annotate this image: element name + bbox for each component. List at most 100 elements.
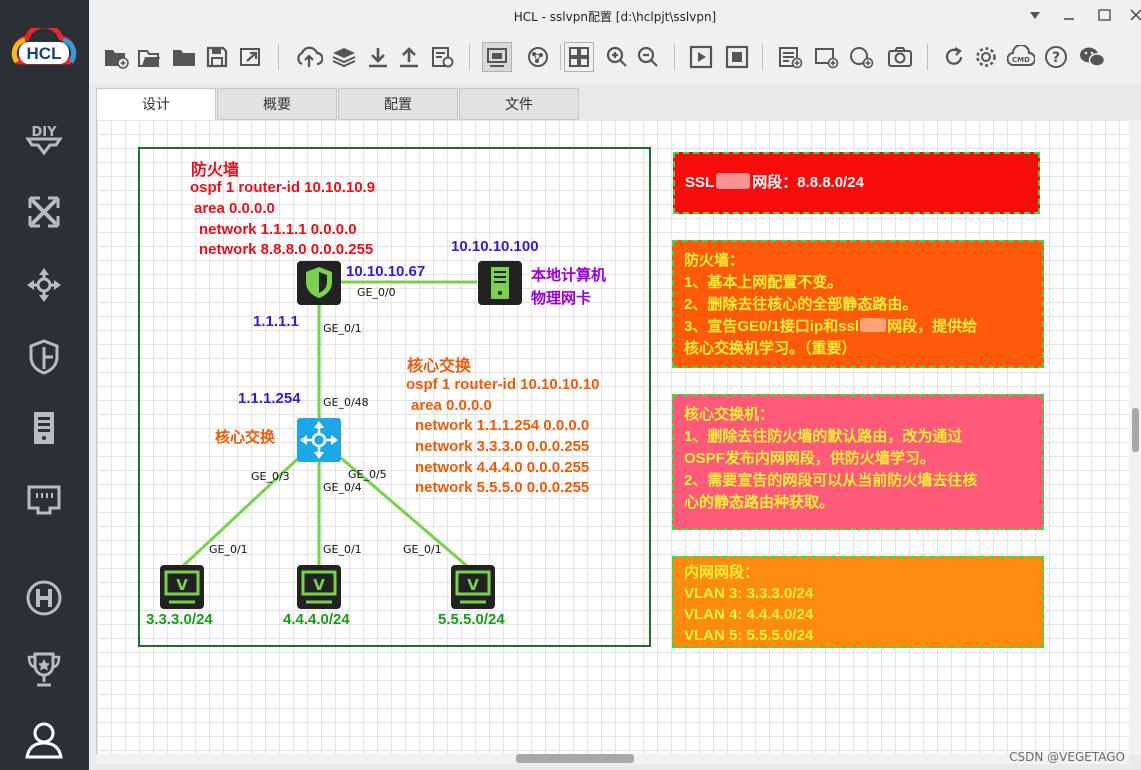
- export-icon[interactable]: [236, 42, 266, 72]
- user-icon[interactable]: [22, 718, 66, 762]
- cloud-upload-icon[interactable]: [294, 42, 324, 72]
- core-config-line: area 0.0.0.0: [411, 397, 492, 414]
- grid-icon[interactable]: [564, 42, 594, 72]
- note-line: 3、宣告GE0/1接口ip和ssl: [684, 318, 860, 335]
- pc-device[interactable]: V: [159, 564, 205, 610]
- core-switch-label: 核心交换: [215, 429, 276, 446]
- pc-icon: V: [451, 565, 495, 609]
- add-list-icon[interactable]: [775, 42, 805, 72]
- close-button[interactable]: [1124, 4, 1141, 26]
- firewall-note[interactable]: 防火墙： 1、基本上网配置不变。 2、删除去往核心的全部静态路由。 3、宣告GE…: [672, 240, 1044, 368]
- horizontal-scrollbar[interactable]: [96, 754, 1129, 764]
- vertical-scrollbar[interactable]: [1129, 120, 1141, 754]
- vertical-scroll-thumb[interactable]: [1132, 408, 1139, 452]
- host-label: 本地计算机: [531, 267, 607, 284]
- toolbar: CMD ?: [89, 30, 1141, 85]
- tab-summary[interactable]: 概要: [217, 88, 337, 120]
- watermark: CSDN @VEGETAGO: [1009, 750, 1125, 764]
- core-switch-device[interactable]: [296, 417, 342, 463]
- port-label: GE_0/1: [209, 543, 248, 556]
- port-label: GE_0/0: [357, 286, 396, 299]
- intranet-note[interactable]: 内网网段： VLAN 3: 3.3.3.0/24 VLAN 4: 4.4.4.0…: [672, 556, 1044, 648]
- svg-text:CMD: CMD: [1012, 56, 1030, 64]
- firewall-config-line: ospf 1 router-id 10.10.10.9: [190, 179, 376, 196]
- network-port-icon[interactable]: [22, 478, 66, 522]
- camera-icon[interactable]: [885, 42, 915, 72]
- pc-device[interactable]: V: [450, 564, 496, 610]
- tab-config[interactable]: 配置: [338, 88, 458, 120]
- note-line: OSPF发布内网网段，供防火墙学习。: [684, 450, 935, 467]
- maximize-button[interactable]: [1092, 4, 1116, 26]
- folder-icon[interactable]: [169, 42, 199, 72]
- host-ip-label: 10.10.10.100: [451, 238, 539, 255]
- tab-design[interactable]: 设计: [96, 88, 216, 120]
- svg-text:HCL: HCL: [27, 44, 62, 63]
- move-icon[interactable]: [22, 263, 66, 307]
- layers-icon[interactable]: [329, 42, 359, 72]
- shield-icon[interactable]: [22, 335, 66, 379]
- pc-icon: V: [160, 565, 204, 609]
- redacted-mask: [860, 318, 887, 332]
- screenshot-icon[interactable]: [482, 42, 512, 72]
- open-file-icon[interactable]: [134, 42, 164, 72]
- core-config-line: network 3.3.3.0 0.0.0.255: [415, 438, 590, 455]
- firewall-config-line: network 1.1.1.1 0.0.0.0: [199, 221, 357, 238]
- note-line: 2、删除去往核心的全部静态路由。: [684, 296, 918, 313]
- firewall-ge01-ip-label: 1.1.1.1: [253, 313, 299, 330]
- refresh-icon[interactable]: [939, 42, 969, 72]
- port-label: GE_0/4: [323, 481, 362, 494]
- diy-icon[interactable]: DIY: [22, 119, 66, 163]
- hcl-logo: HCL: [11, 28, 77, 65]
- note-line: 内网网段：: [684, 564, 760, 581]
- port-label: GE_0/1: [323, 543, 362, 556]
- core-switch-note[interactable]: 核心交换机： 1、删除去往防火墙的默认路由，改为通过 OSPF发布内网网段，供防…: [672, 394, 1044, 530]
- port-label: GE_0/1: [403, 543, 442, 556]
- graph-icon[interactable]: [523, 42, 553, 72]
- trophy-icon[interactable]: [22, 648, 66, 692]
- note-line: VLAN 3: 3.3.3.0/24: [684, 585, 814, 602]
- note-line: 核心交换机：: [684, 406, 775, 423]
- open-folder-icon[interactable]: [101, 42, 131, 72]
- tab-files[interactable]: 文件: [459, 88, 579, 120]
- core-ge048-ip-label: 1.1.1.254: [238, 390, 301, 407]
- add-rect-icon[interactable]: [811, 42, 841, 72]
- h-logo-icon[interactable]: [22, 576, 66, 620]
- firewall-config-line: network 8.8.8.0 0.0.0.255: [199, 241, 374, 258]
- core-config-line: network 1.1.1.254 0.0.0.0: [415, 417, 590, 434]
- pc-icon: V: [297, 565, 341, 609]
- ssl-note[interactable]: SSL 网段：8.8.8.0/24: [673, 152, 1040, 214]
- wechat-icon[interactable]: [1077, 42, 1107, 72]
- server-icon[interactable]: [22, 406, 66, 450]
- firewall-device[interactable]: [296, 260, 342, 306]
- svg-text:V: V: [176, 576, 188, 594]
- pc-device[interactable]: V: [296, 564, 342, 610]
- settings-icon[interactable]: [971, 42, 1001, 72]
- title-bar: HCL - sslvpn配置 [d:\hclpjt\sslvpn]: [89, 0, 1141, 31]
- dropdown-icon[interactable]: [1023, 4, 1047, 26]
- svg-text:?: ?: [1052, 50, 1060, 66]
- zoom-in-icon[interactable]: [602, 42, 632, 72]
- host-device[interactable]: [477, 260, 523, 306]
- help-icon[interactable]: ?: [1041, 42, 1071, 72]
- ssl-note-suffix: 网段：8.8.8.0/24: [752, 174, 864, 191]
- zoom-out-icon[interactable]: [633, 42, 663, 72]
- shuffle-icon[interactable]: [22, 190, 66, 234]
- save-icon[interactable]: [202, 42, 232, 72]
- horizontal-scroll-thumb[interactable]: [516, 754, 634, 763]
- upload-icon[interactable]: [394, 42, 424, 72]
- add-circle-icon[interactable]: [846, 42, 876, 72]
- switch-icon: [297, 418, 341, 462]
- cmd-icon[interactable]: CMD: [1006, 42, 1036, 72]
- note-line: 1、删除去往防火墙的默认路由，改为通过: [684, 428, 963, 445]
- download-icon[interactable]: [363, 42, 393, 72]
- core-config-line: network 5.5.5.0 0.0.0.255: [415, 479, 590, 496]
- firewall-ge00-ip-label: 10.10.10.67: [346, 263, 426, 280]
- design-canvas[interactable]: V V V 防火墙 ospf 1 router-id 10.10.10.9 ar…: [96, 120, 1130, 754]
- host-label: 物理网卡: [531, 290, 592, 307]
- stop-icon[interactable]: [722, 42, 752, 72]
- play-icon[interactable]: [686, 42, 716, 72]
- note-line: 1、基本上网配置不变。: [684, 274, 843, 291]
- minimize-button[interactable]: [1057, 4, 1081, 26]
- firewall-config-line: area 0.0.0.0: [194, 200, 275, 217]
- history-icon[interactable]: [427, 42, 457, 72]
